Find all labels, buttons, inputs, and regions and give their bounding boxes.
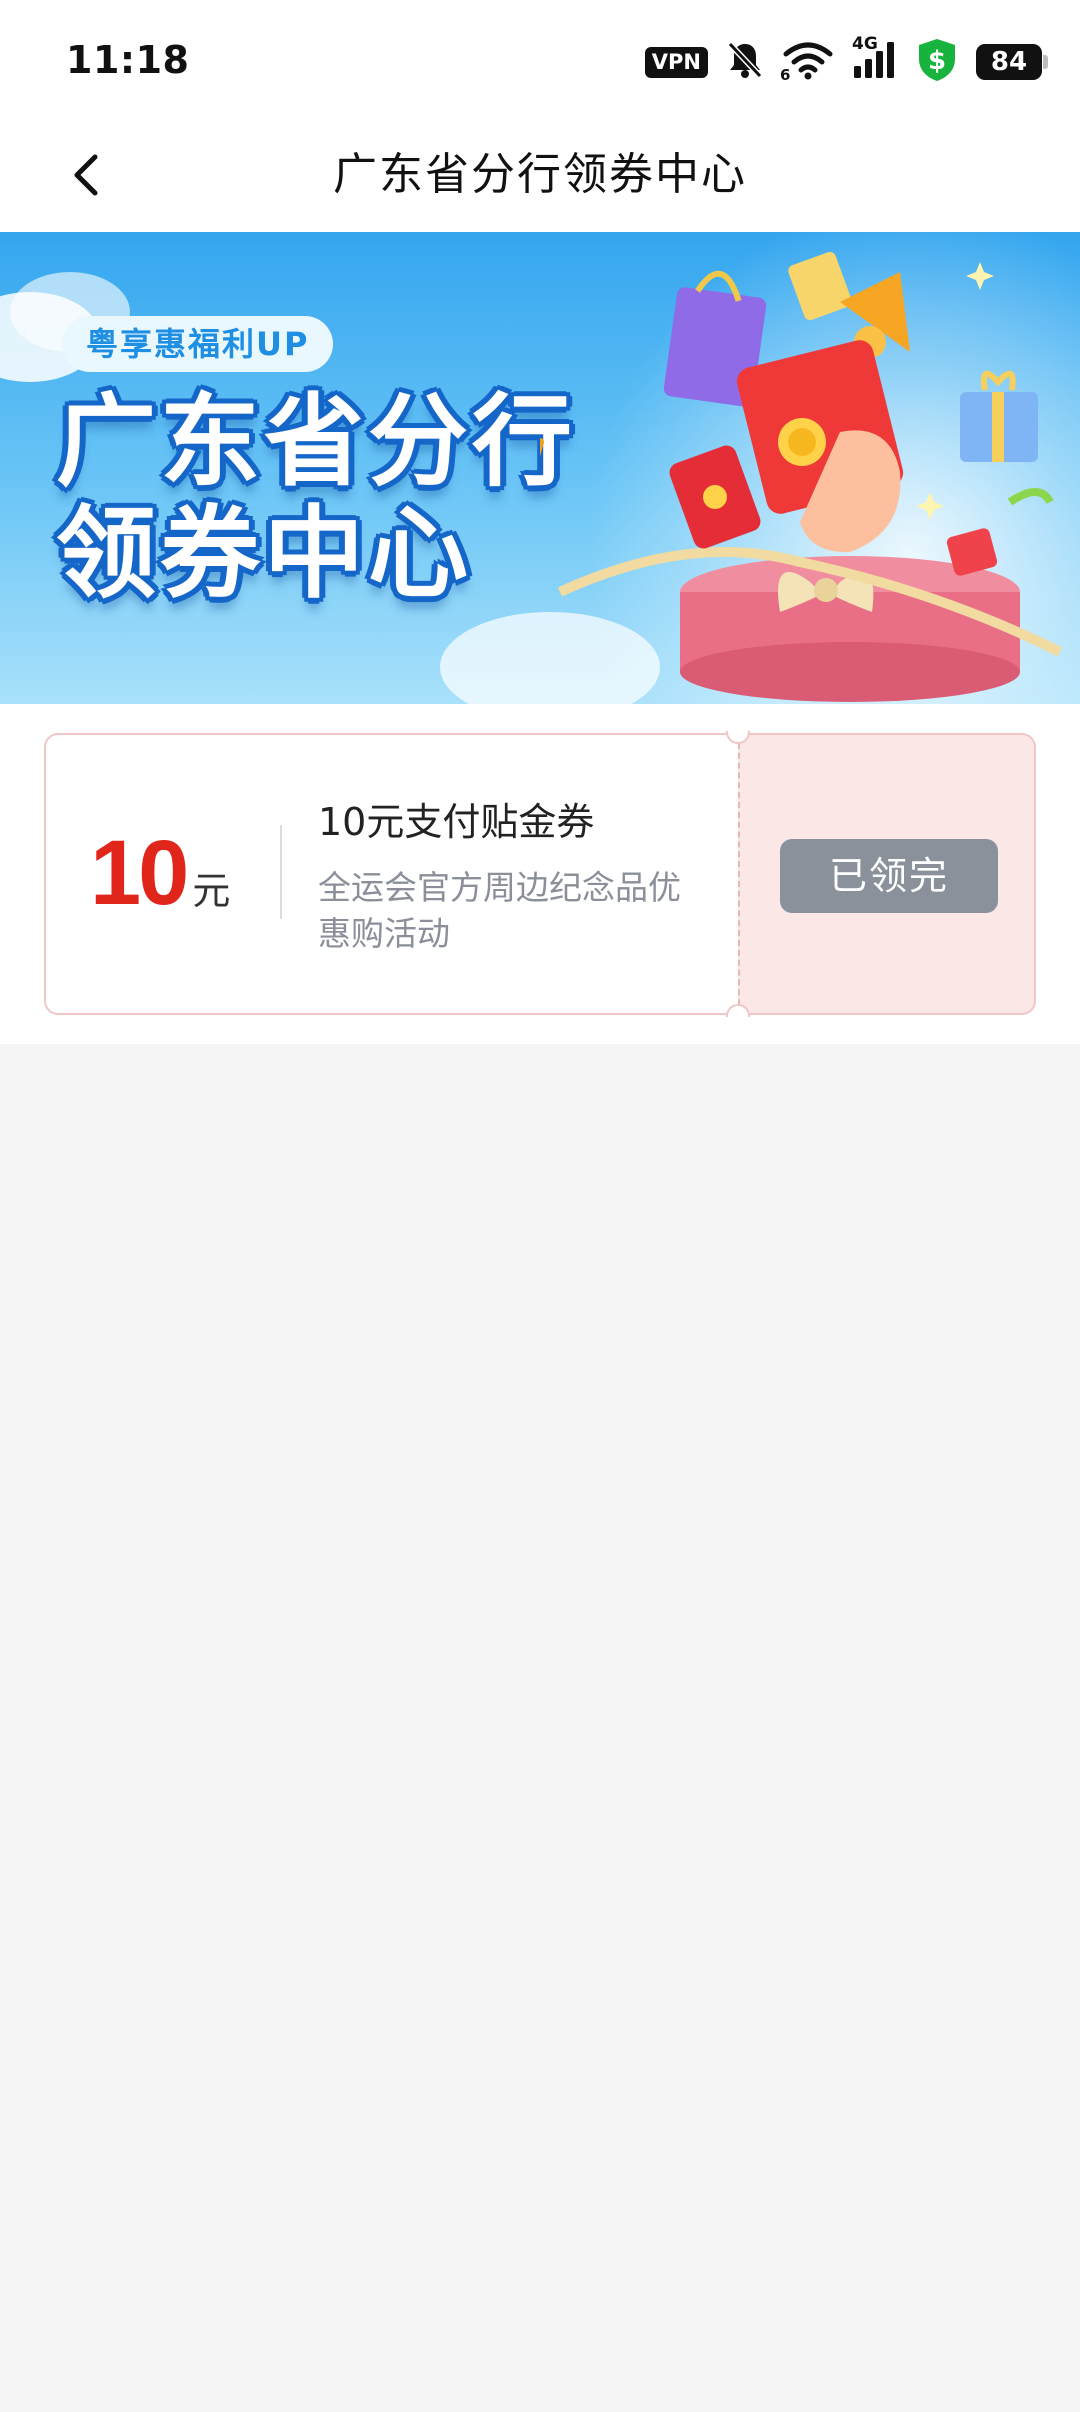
coupon-amount-unit: 元	[192, 869, 231, 913]
nav-bar: 广东省分行领券中心	[0, 118, 1080, 232]
network-type-label: 4G	[852, 34, 878, 54]
shield-dollar-icon: $	[916, 37, 958, 87]
wifi-6-label: 6	[780, 66, 791, 84]
coupon-card: 10 元 10元支付贴金券 全运会官方周边纪念品优惠购活动 已领完	[44, 731, 1036, 1017]
coupon-action-area: 已领完	[738, 733, 1036, 1015]
banner-headline-line1: 广东省分行	[56, 383, 576, 500]
banner-tag: 粤享惠福利UP	[62, 316, 334, 372]
coupon-amount-value: 10	[90, 822, 189, 924]
coupon-notch-top	[726, 731, 750, 744]
sold-out-button[interactable]: 已领完	[780, 839, 998, 913]
bell-off-icon	[726, 40, 764, 84]
signal-icon: 4G	[852, 34, 898, 84]
coupon-description: 全运会官方周边纪念品优惠购活动	[318, 868, 681, 953]
coupon-title: 10元支付贴金券	[318, 800, 595, 844]
coupon-divider	[280, 825, 282, 919]
status-bar: 11:18 VPN 6 4G $ 84	[0, 0, 1080, 118]
coupon-notch-bottom	[726, 1004, 750, 1017]
coupon-info: 10 元 10元支付贴金券 全运会官方周边纪念品优惠购活动	[44, 733, 738, 1015]
status-time: 11:18	[66, 38, 190, 82]
wifi-icon: 6	[780, 40, 834, 84]
coupon-amount: 10 元	[90, 821, 230, 931]
page-title: 广东省分行领券中心	[333, 149, 747, 200]
banner-illustration	[540, 251, 1063, 702]
vpn-icon: VPN	[644, 46, 708, 78]
status-icons: VPN 6 4G $ 84	[644, 34, 1048, 87]
coupon-section: 10 元 10元支付贴金券 全运会官方周边纪念品优惠购活动 已领完	[0, 704, 1080, 1044]
banner-headline-line2: 领券中心	[56, 495, 472, 612]
battery-icon: 84	[976, 44, 1048, 80]
promo-banner[interactable]: 粤享惠福利UP 广东省分行 领券中心	[0, 232, 1080, 704]
svg-text:$: $	[928, 46, 946, 76]
